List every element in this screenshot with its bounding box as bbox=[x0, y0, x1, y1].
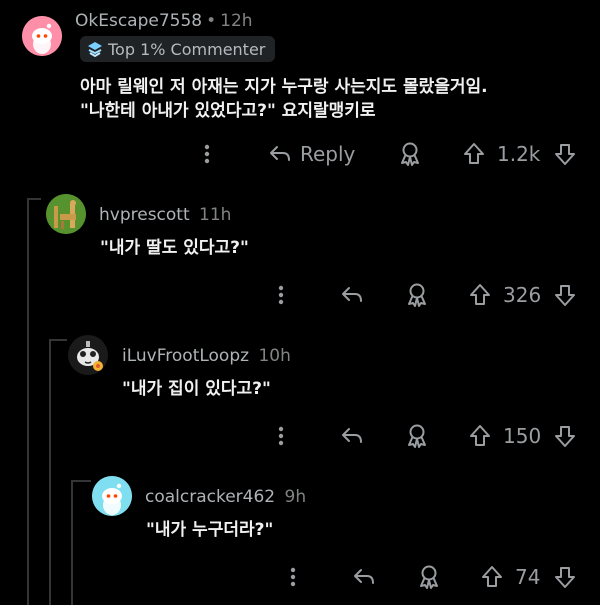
upvote-button[interactable] bbox=[480, 562, 504, 592]
comment-meta: OkEscape7558 • 12h bbox=[75, 11, 253, 31]
username[interactable]: iLuvFrootLoopz bbox=[122, 346, 249, 366]
award-button[interactable] bbox=[405, 421, 429, 451]
more-vertical-icon bbox=[204, 144, 210, 164]
award-icon bbox=[408, 424, 426, 448]
snoo-avatar-icon bbox=[92, 476, 132, 516]
award-button[interactable] bbox=[417, 562, 441, 592]
comment-meta: iLuvFrootLoopz 10h bbox=[122, 346, 291, 366]
comment-actions: 150 bbox=[0, 421, 600, 451]
timestamp: 11h bbox=[199, 205, 232, 225]
reply-icon bbox=[342, 287, 362, 302]
award-icon bbox=[420, 565, 438, 589]
upvote-button[interactable] bbox=[462, 139, 486, 169]
vote-count: 74 bbox=[515, 565, 541, 589]
more-options-button[interactable] bbox=[274, 280, 288, 310]
reply-label: Reply bbox=[300, 142, 356, 166]
comment-body: "내가 딸도 있다고?" bbox=[100, 238, 249, 258]
more-vertical-icon bbox=[278, 426, 284, 446]
username[interactable]: OkEscape7558 bbox=[75, 11, 202, 31]
reply-button[interactable] bbox=[352, 562, 376, 592]
downvote-arrow-icon bbox=[555, 426, 575, 447]
upvote-arrow-icon bbox=[470, 284, 490, 305]
award-icon bbox=[408, 283, 426, 307]
award-button[interactable] bbox=[405, 280, 429, 310]
thread-line-level-1 bbox=[27, 198, 29, 605]
reply-icon bbox=[354, 569, 374, 584]
upvote-button[interactable] bbox=[468, 421, 492, 451]
comment-meta: coalcracker462 9h bbox=[145, 487, 306, 507]
downvote-button[interactable] bbox=[553, 139, 577, 169]
reply-button[interactable]: Reply bbox=[268, 139, 355, 169]
downvote-arrow-icon bbox=[555, 285, 575, 306]
upvote-arrow-icon bbox=[470, 425, 490, 446]
flair-text: Top 1% Commenter bbox=[108, 39, 266, 59]
downvote-arrow-icon bbox=[555, 144, 575, 165]
snoo-avatar-icon bbox=[68, 335, 108, 375]
more-vertical-icon bbox=[290, 567, 296, 587]
vote-count: 150 bbox=[503, 424, 542, 448]
timestamp: 12h bbox=[220, 11, 253, 31]
reply-button[interactable] bbox=[340, 421, 364, 451]
downvote-button[interactable] bbox=[553, 421, 577, 451]
avatar[interactable] bbox=[46, 194, 86, 234]
timestamp: 10h bbox=[258, 346, 291, 366]
reply-icon bbox=[270, 146, 290, 161]
thread-connector bbox=[71, 480, 91, 482]
comment-body: 아마 릴웨인 저 아재는 지가 누구랑 사는지도 몰랐을거임. "나한테 아내가… bbox=[80, 77, 488, 121]
reply-button[interactable] bbox=[340, 280, 364, 310]
more-vertical-icon bbox=[278, 285, 284, 305]
avatar[interactable] bbox=[68, 335, 108, 375]
more-options-button[interactable] bbox=[200, 139, 214, 169]
award-button[interactable] bbox=[398, 139, 422, 169]
user-flair: Top 1% Commenter bbox=[80, 36, 276, 62]
thread-connector bbox=[27, 198, 41, 200]
flair-badge-icon bbox=[88, 42, 102, 57]
username[interactable]: hvprescott bbox=[99, 205, 190, 225]
snoo-avatar-icon bbox=[22, 16, 62, 56]
timestamp: 9h bbox=[284, 487, 307, 507]
vote-count: 326 bbox=[503, 283, 542, 307]
giraffe-avatar-icon bbox=[46, 194, 86, 234]
more-options-button[interactable] bbox=[286, 562, 300, 592]
comment-actions: 326 bbox=[0, 280, 600, 310]
upvote-button[interactable] bbox=[468, 280, 492, 310]
comment-actions: 74 bbox=[0, 562, 600, 592]
reply-icon bbox=[342, 428, 362, 443]
award-icon bbox=[401, 142, 419, 166]
upvote-arrow-icon bbox=[464, 143, 484, 164]
thread-connector bbox=[49, 339, 67, 341]
avatar[interactable] bbox=[92, 476, 132, 516]
avatar[interactable] bbox=[22, 16, 62, 56]
comment-body: "내가 집이 있다고?" bbox=[122, 379, 271, 399]
username[interactable]: coalcracker462 bbox=[145, 487, 275, 507]
downvote-button[interactable] bbox=[553, 280, 577, 310]
upvote-arrow-icon bbox=[482, 566, 502, 587]
comment-actions: Reply 1.2k bbox=[0, 139, 600, 169]
comment-meta: hvprescott 11h bbox=[99, 205, 231, 225]
downvote-arrow-icon bbox=[555, 567, 575, 588]
downvote-button[interactable] bbox=[553, 562, 577, 592]
vote-count: 1.2k bbox=[497, 142, 541, 166]
more-options-button[interactable] bbox=[274, 421, 288, 451]
comment-body: "내가 누구더라?" bbox=[146, 520, 274, 540]
